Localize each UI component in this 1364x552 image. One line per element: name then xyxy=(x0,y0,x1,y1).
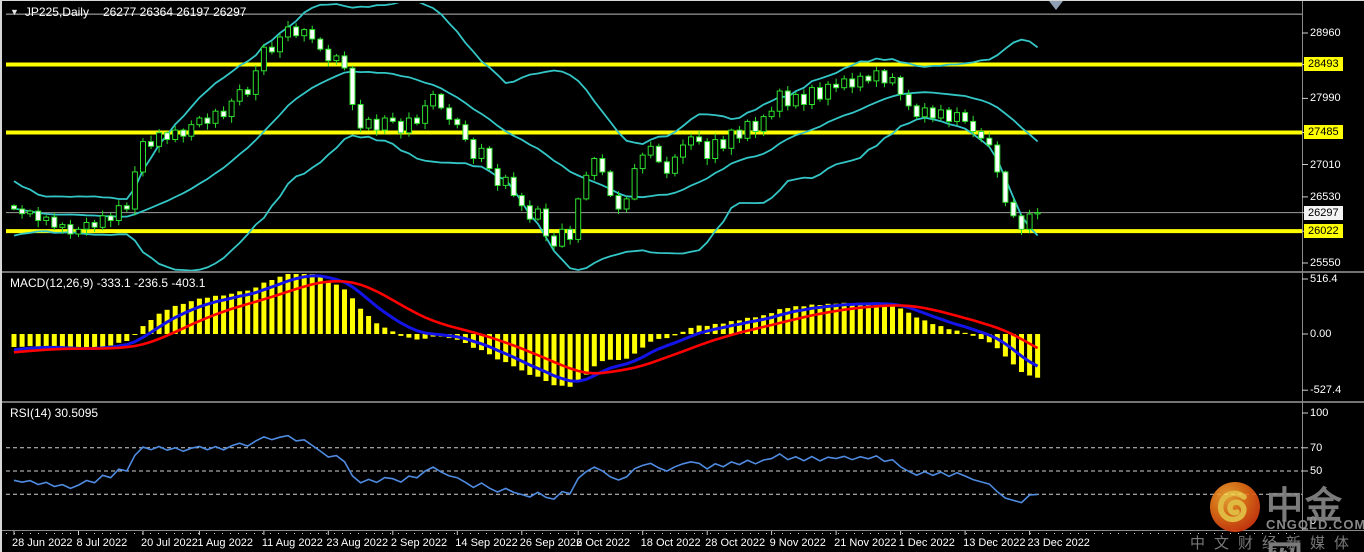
macd-axis-label: -527.4 xyxy=(1310,383,1341,397)
chart-shift-arrow-icon xyxy=(1049,1,1063,10)
date-label: 28 Oct 2022 xyxy=(705,537,765,549)
cngold-watermark: 中金网 CNGOLD.COM.CN 中文财经新媒体 xyxy=(1186,477,1364,551)
macd-axis-label: 516.4 xyxy=(1310,272,1338,286)
price-level-badge: 28493 xyxy=(1304,57,1343,71)
date-label: 1 Aug 2022 xyxy=(197,537,253,549)
price-axis-label: 27010 xyxy=(1310,158,1341,172)
price-axis-label: 26530 xyxy=(1310,190,1341,204)
time-axis[interactable]: 28 Jun 20228 Jul 2022 20 Jul 20221 Aug 20… xyxy=(2,537,1364,552)
rsi-axis-label: 100 xyxy=(1310,406,1328,420)
rsi-indicator-label: RSI(14) 30.5095 xyxy=(10,406,98,420)
date-label: 2 Sep 2022 xyxy=(391,537,447,549)
date-label: 20 Jul 2022 xyxy=(141,537,198,549)
date-label: 14 Sep 2022 xyxy=(455,537,517,549)
collapse-triangle-icon[interactable]: ▼ xyxy=(10,7,19,17)
price-level-badge: 27485 xyxy=(1304,125,1343,139)
price-axis-label: 28960 xyxy=(1310,26,1341,40)
symbol-period: JP225,Daily xyxy=(25,5,89,19)
chart-canvas[interactable] xyxy=(2,1,1364,552)
date-label: 26 Sep 2022 xyxy=(520,537,582,549)
date-label: 9 Nov 2022 xyxy=(770,537,826,549)
date-label: 11 Aug 2022 xyxy=(262,537,323,549)
date-label: 21 Nov 2022 xyxy=(834,537,896,549)
macd-axis-label: 0.00 xyxy=(1310,327,1331,341)
date-label: 23 Dec 2022 xyxy=(1028,537,1090,549)
rsi-axis-label: 70 xyxy=(1310,441,1322,455)
chart-window: ▼ JP225,Daily 26277 26364 26197 26297 MACD… xyxy=(0,0,1364,552)
date-label: 18 Oct 2022 xyxy=(641,537,701,549)
date-label: 13 Dec 2022 xyxy=(963,537,1025,549)
ohlc-readout: 26277 26364 26197 26297 xyxy=(103,5,246,19)
price-axis-label: 27990 xyxy=(1310,91,1341,105)
price-level-badge: 26022 xyxy=(1304,224,1343,238)
watermark-tagline-text: 中文财经新媒体 xyxy=(1190,532,1358,552)
cngold-logo-icon xyxy=(1209,481,1261,533)
macd-indicator-label: MACD(12,26,9) -333.1 -236.5 -403.1 xyxy=(10,276,205,290)
date-label: 28 Jun 2022 xyxy=(12,537,73,549)
current-price-badge: 26297 xyxy=(1304,206,1343,220)
chart-title: ▼ JP225,Daily 26277 26364 26197 26297 xyxy=(10,5,246,19)
date-label: 8 Jul 2022 xyxy=(76,537,127,549)
date-label: 1 Dec 2022 xyxy=(899,537,955,549)
watermark-domain-text: CNGOLD.COM.CN xyxy=(1266,517,1364,532)
date-label: 6 Oct 2022 xyxy=(576,537,630,549)
price-axis-label: 25550 xyxy=(1310,256,1341,270)
date-label: 23 Aug 2022 xyxy=(326,537,388,549)
